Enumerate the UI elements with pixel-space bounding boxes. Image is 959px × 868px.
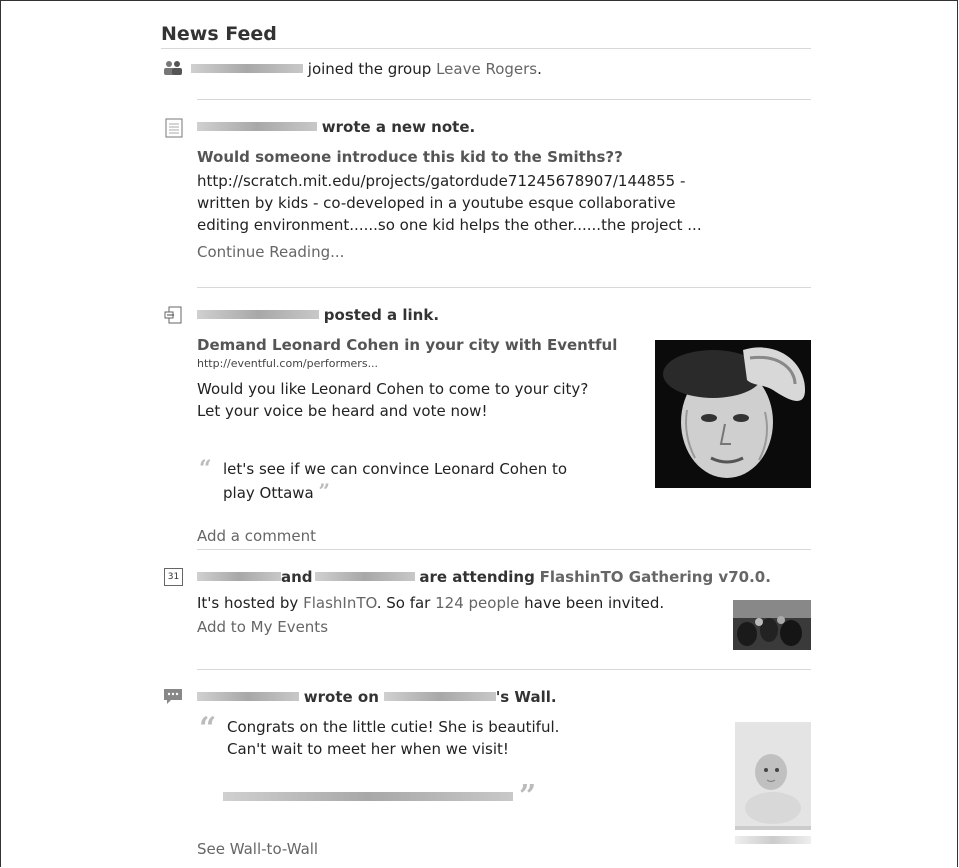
redacted-name [314, 572, 415, 581]
divider [197, 287, 811, 288]
link-desc-line-1: Would you like Leonard Cohen to come to … [197, 380, 589, 398]
note-body-line-1: http://scratch.mit.edu/projects/gatordud… [197, 172, 686, 190]
open-quote-icon: “ [199, 456, 212, 482]
link-title[interactable]: Demand Leonard Cohen in your city with E… [197, 334, 617, 356]
link-url[interactable]: http://eventful.com/performers... [197, 357, 378, 370]
attending-text: are attending [419, 568, 535, 586]
divider [197, 549, 811, 550]
close-quote-icon: ” [318, 479, 331, 503]
period: . [537, 60, 542, 78]
wrote-on-text: wrote on [303, 688, 379, 706]
wall-post-thumbnail-photo[interactable] [735, 722, 811, 830]
add-comment-link[interactable]: Add a comment [197, 525, 316, 547]
note-body-line-2: written by kids - co-developed in a yout… [197, 194, 676, 212]
link-icon [164, 306, 182, 324]
and-text: and [281, 568, 313, 586]
open-quote-icon: “ [199, 711, 217, 746]
group-join-text: joined the group [307, 60, 432, 78]
redacted-name [197, 572, 281, 581]
news-feed: News Feed joined the group Leave Rogers.… [161, 20, 811, 858]
note-icon [165, 118, 183, 138]
link-quote-line-1: let's see if we can convince Leonard Coh… [223, 460, 568, 478]
continue-reading-link[interactable]: Continue Reading... [197, 241, 344, 263]
feed-title: News Feed [161, 23, 277, 45]
divider [197, 99, 811, 100]
group-icon [164, 61, 182, 75]
calendar-icon: 31 [164, 568, 183, 586]
hosted-by-text: It's hosted by [197, 594, 299, 612]
redacted-name [191, 64, 303, 73]
people-link[interactable]: 124 people [435, 594, 519, 612]
wall-text: 's Wall. [495, 688, 557, 706]
wall-quote-line-2: Can't wait to meet her when we visit! [227, 740, 509, 758]
redacted-name [383, 692, 496, 701]
redacted-name [197, 310, 319, 319]
redacted-name [197, 122, 317, 131]
redacted-name [197, 692, 299, 701]
so-far-text: . So far [376, 594, 431, 612]
link-thumbnail-photo[interactable] [655, 340, 811, 488]
group-link[interactable]: Leave Rogers [436, 60, 537, 78]
link-desc-line-2: Let your voice be heard and vote now! [197, 402, 488, 420]
note-body-line-3: editing environment......so one kid help… [197, 216, 702, 234]
divider [161, 48, 811, 49]
see-wall-to-wall-link[interactable]: See Wall-to-Wall [197, 838, 318, 860]
event-thumbnail-photo[interactable] [733, 600, 811, 650]
host-link[interactable]: FlashInTO [303, 594, 377, 612]
close-quote-icon: ” [519, 779, 537, 814]
invited-text: have been invited. [524, 594, 665, 612]
note-action-text: wrote a new note. [321, 118, 476, 136]
link-action-text: posted a link. [323, 306, 440, 324]
note-title-link[interactable]: Would someone introduce this kid to the … [197, 146, 623, 168]
event-link[interactable]: FlashinTO Gathering v70.0. [540, 568, 771, 586]
divider [197, 669, 811, 670]
redacted-signature [223, 792, 513, 801]
photo-caption-bar [735, 836, 811, 844]
add-to-events-link[interactable]: Add to My Events [197, 616, 328, 638]
link-quote-line-2: play Ottawa [223, 484, 314, 502]
wall-quote-line-1: Congrats on the little cutie! She is bea… [227, 718, 560, 736]
wall-post-icon [164, 689, 182, 704]
